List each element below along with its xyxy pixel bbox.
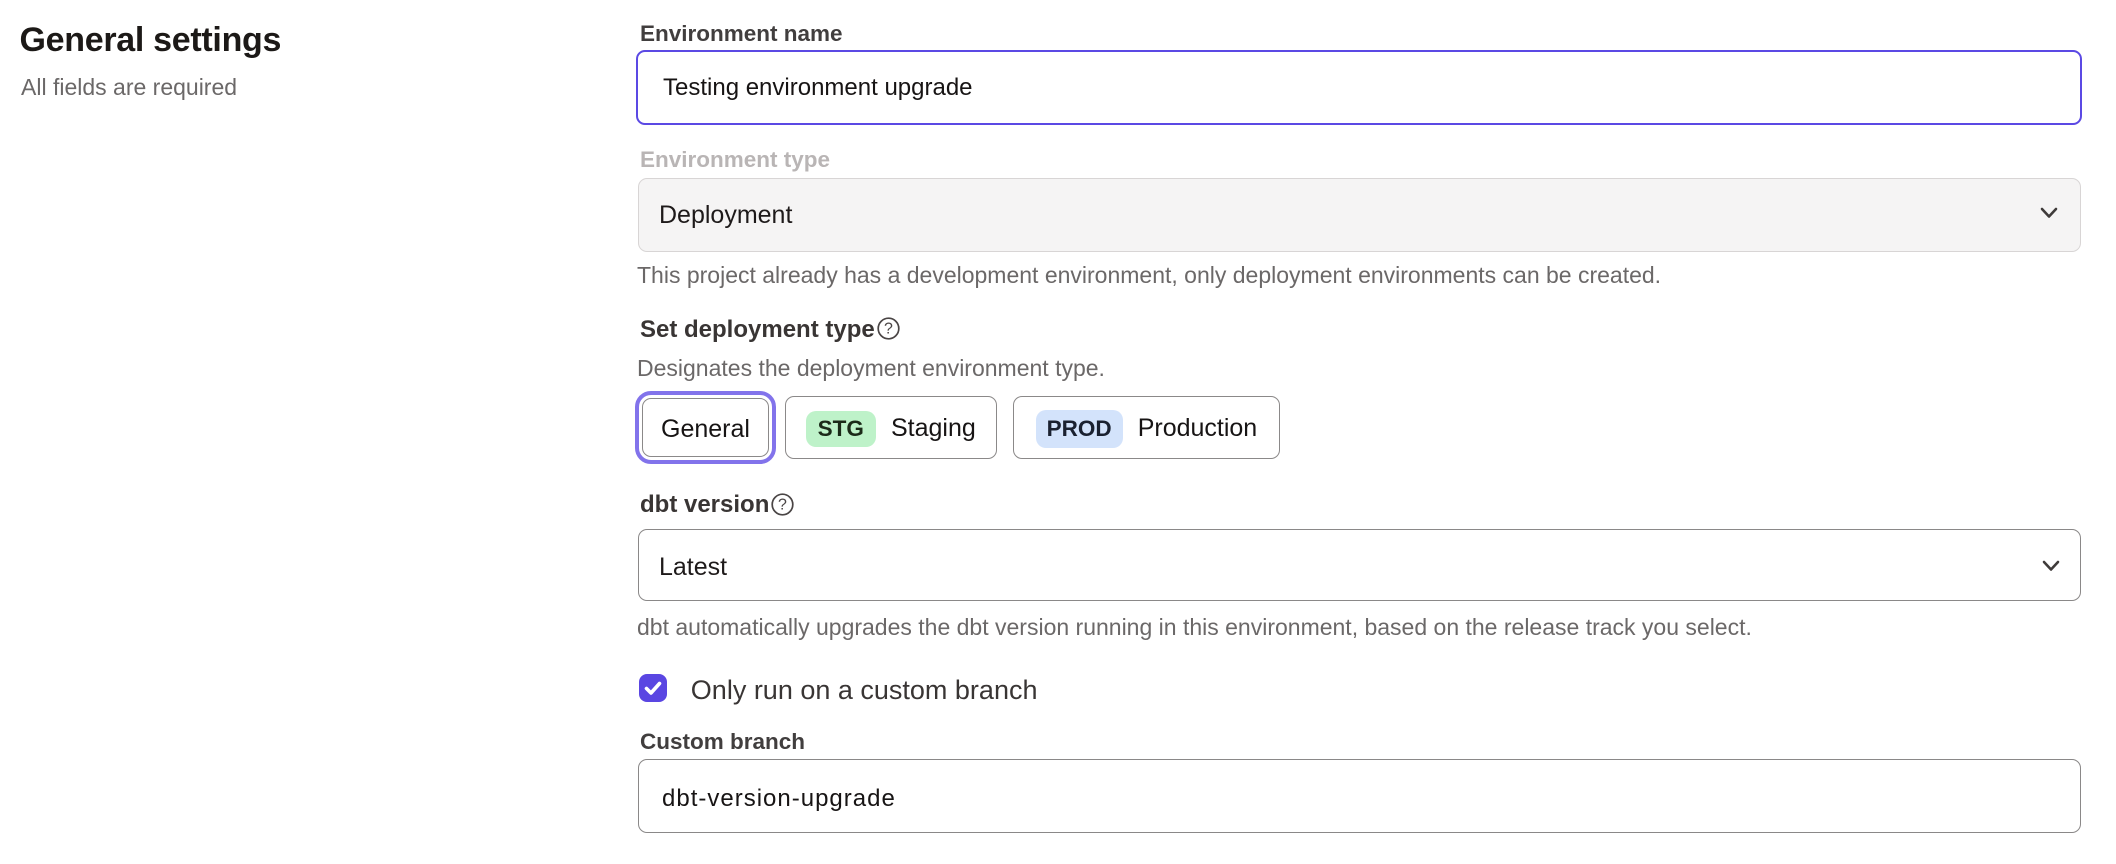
svg-text:?: ?: [884, 321, 893, 338]
svg-text:?: ?: [778, 496, 787, 513]
